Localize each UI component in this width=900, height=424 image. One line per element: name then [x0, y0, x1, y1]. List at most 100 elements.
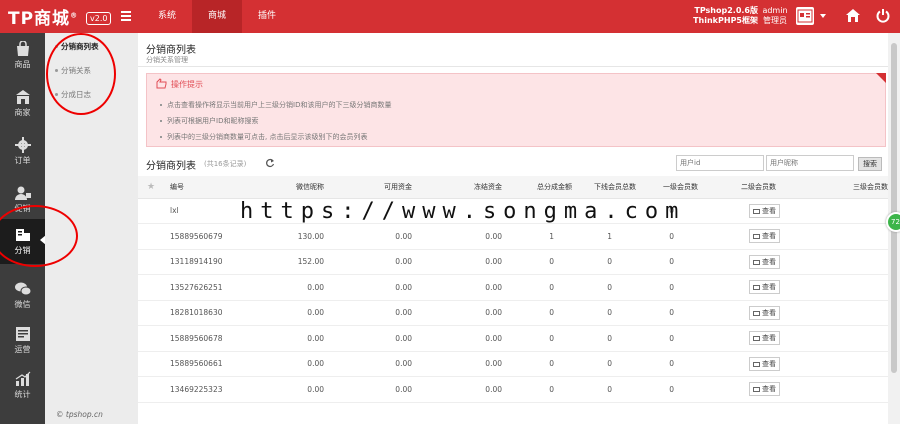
table-cell: 0.00 — [232, 376, 332, 403]
user-role: 管理员 — [763, 16, 787, 25]
table-cell: 0.00 — [420, 274, 510, 301]
table-cell — [792, 300, 888, 326]
version-info-line2: ThinkPHP5框架 — [693, 16, 758, 25]
bag-icon — [16, 41, 29, 56]
table-cell: 13469225323 — [164, 376, 232, 403]
table-cell — [792, 198, 888, 224]
nav-mall[interactable]: 商城 — [192, 0, 242, 33]
star-icon[interactable]: ★ — [138, 176, 164, 199]
table-cell: 0 — [510, 274, 574, 301]
col-total-commission: 总分成金额 — [510, 176, 574, 199]
table-cell: 0 — [510, 376, 574, 403]
refresh-icon[interactable] — [265, 158, 275, 168]
card-icon — [753, 234, 760, 240]
view-cell: 查看 — [700, 223, 792, 250]
view-cell: 查看 — [700, 325, 792, 352]
table-cell: 15889560661 — [164, 351, 232, 377]
top-bar: TP商城® v2.0 系统 商城 插件 TPshop2.0.6版 ThinkPH… — [0, 0, 900, 33]
admin-avatar-icon[interactable] — [796, 7, 814, 25]
top-nav: 系统 商城 插件 — [142, 0, 292, 33]
power-icon[interactable] — [876, 8, 890, 25]
home-icon[interactable] — [845, 8, 861, 25]
page-subtitle: 分销关系管理 — [146, 56, 188, 64]
table-cell: 0.00 — [332, 274, 420, 301]
table-cell: 0 — [510, 249, 574, 275]
view-button[interactable]: 查看 — [749, 356, 780, 371]
sidebar-item-store[interactable]: 商家 — [0, 81, 45, 126]
menu-toggle-icon[interactable] — [121, 11, 131, 23]
table-cell — [792, 223, 888, 250]
sidebar-item-operation[interactable]: 运营 — [0, 318, 45, 363]
store-icon — [15, 90, 30, 104]
logo-registered-mark: ® — [70, 11, 79, 20]
nickname-search-input[interactable] — [766, 155, 854, 171]
table-cell: 0 — [638, 223, 700, 250]
table-row: 15889560661 0.00 0.00 0.00 0 0 0 查看 — [138, 351, 888, 377]
search-button[interactable]: 搜索 — [858, 157, 882, 171]
col-id: 编号 — [164, 176, 232, 199]
table-cell: 1 — [510, 223, 574, 250]
table-cell: 0 — [638, 325, 700, 352]
tip-line: 列表中的三级分销商数量可点击, 点击后显示该级别下的会员列表 — [159, 133, 368, 141]
table-cell: 0 — [638, 376, 700, 403]
chevron-down-icon[interactable] — [820, 14, 826, 18]
row-spacer — [138, 351, 164, 377]
view-button[interactable]: 查看 — [749, 203, 780, 218]
gear-icon — [14, 137, 31, 153]
scrollbar-thumb[interactable] — [891, 43, 897, 373]
row-spacer — [138, 223, 164, 250]
row-spacer — [138, 274, 164, 301]
col-available: 可用资金 — [332, 176, 420, 199]
sidebar-item-label: 商家 — [14, 108, 31, 117]
sidebar-item-statistics[interactable]: 统计 — [0, 363, 45, 408]
table-cell: 0.00 — [332, 249, 420, 275]
view-button[interactable]: 查看 — [749, 382, 780, 397]
view-button[interactable]: 查看 — [749, 331, 780, 346]
record-count: (共16条记录) — [204, 160, 247, 168]
sidebar-item-label: 微信 — [14, 300, 31, 309]
table-cell: lxl — [164, 198, 232, 224]
view-button-label: 查看 — [762, 283, 776, 292]
version-info-line1: TPshop2.0.6版 — [694, 6, 758, 15]
logo[interactable]: TP商城® — [8, 4, 78, 29]
sidebar-item-orders[interactable]: 订单 — [0, 129, 45, 174]
nav-plugin[interactable]: 插件 — [242, 0, 292, 33]
card-icon — [753, 310, 760, 316]
view-button[interactable]: 查看 — [749, 254, 780, 269]
user-id-search-input[interactable] — [676, 155, 764, 171]
table-cell: 0.00 — [332, 325, 420, 352]
view-button-label: 查看 — [762, 257, 776, 266]
table-cell — [792, 351, 888, 377]
nav-system[interactable]: 系统 — [142, 0, 192, 33]
tip-line: 点击查看操作将显示当前用户上三级分销ID和该用户的下三级分销商数量 — [159, 101, 392, 109]
user-name: admin — [762, 6, 788, 15]
wechat-icon — [14, 282, 31, 296]
sidebar-item-label: 商品 — [14, 60, 31, 69]
table-cell: 18281018630 — [164, 300, 232, 326]
view-button[interactable]: 查看 — [749, 280, 780, 295]
table-cell: 15889560679 — [164, 223, 232, 250]
table-cell: 0 — [510, 325, 574, 352]
table-cell: 0.00 — [420, 249, 510, 275]
side-float-badge[interactable]: 72 — [886, 212, 900, 232]
table-cell: 130.00 — [232, 223, 332, 250]
table-body: lxl 0 查看 15889560679 130.00 0.00 0.00 1 1 0 查看 1311… — [138, 198, 888, 403]
tips-box: 操作提示 点击查看操作将显示当前用户上三级分销ID和该用户的下三级分销商数量 列… — [146, 73, 886, 147]
card-icon — [753, 336, 760, 342]
sidebar-item-wechat[interactable]: 微信 — [0, 273, 45, 318]
col-level1: 一级会员数 — [638, 176, 700, 199]
collapse-corner-icon[interactable] — [876, 73, 886, 83]
user-promo-icon — [14, 186, 31, 200]
table-row: 15889560678 0.00 0.00 0.00 0 0 0 查看 — [138, 325, 888, 352]
user-info[interactable]: admin 管理员 — [760, 6, 790, 26]
table-row: 13118914190 152.00 0.00 0.00 0 0 0 查看 — [138, 249, 888, 275]
col-nickname: 微信昵称 — [232, 176, 332, 199]
sidebar-item-goods[interactable]: 商品 — [0, 33, 45, 78]
table-cell: 0.00 — [232, 325, 332, 352]
view-button[interactable]: 查看 — [749, 305, 780, 320]
card-icon — [753, 361, 760, 367]
view-button[interactable]: 查看 — [749, 229, 780, 244]
main-content: 分销商列表 分销关系管理 操作提示 点击查看操作将显示当前用户上三级分销ID和该… — [138, 33, 900, 424]
table-cell: 0.00 — [420, 376, 510, 403]
table-cell: 0.00 — [232, 351, 332, 377]
